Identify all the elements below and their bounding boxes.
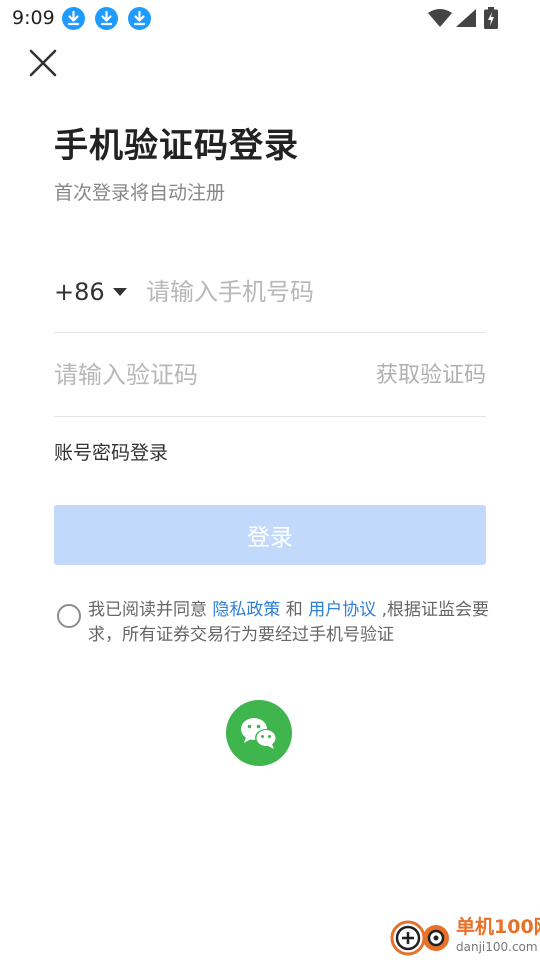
country-code-selector[interactable]: +86	[54, 274, 127, 310]
status-bar: 9:09	[0, 0, 540, 36]
phone-input[interactable]	[146, 272, 476, 312]
close-icon	[29, 49, 57, 77]
phone-field-row: +86	[54, 262, 486, 333]
wechat-login-button[interactable]	[226, 700, 292, 766]
page-title: 手机验证码登录	[54, 126, 299, 166]
battery-icon	[484, 7, 498, 33]
agreement-and: 和	[280, 600, 309, 620]
signal-icon	[456, 9, 476, 31]
close-button[interactable]	[26, 46, 60, 80]
download-icon	[62, 7, 85, 30]
caret-down-icon	[112, 288, 127, 296]
login-button[interactable]: 登录	[54, 505, 486, 565]
status-time: 9:09	[12, 7, 55, 29]
account-password-login-link[interactable]: 账号密码登录	[54, 440, 168, 466]
agreement-prefix: 我已阅读并同意	[88, 600, 213, 620]
agreement-checkbox[interactable]	[57, 604, 81, 628]
code-field-row: 获取验证码	[54, 333, 486, 417]
login-screen: 9:09 手机验证码登录 首次登录将自动注册 +86 请输入手机号码 请输入验证…	[0, 0, 540, 960]
page-subtitle: 首次登录将自动注册	[54, 182, 226, 204]
danji-logo-icon	[390, 920, 449, 956]
download-icon	[95, 7, 118, 30]
wechat-icon	[241, 718, 277, 749]
verification-code-input[interactable]	[54, 355, 334, 395]
country-code-value: +86	[54, 278, 105, 306]
watermark: 单机100网 danji100.com	[388, 912, 540, 960]
agreement-text: 我已阅读并同意 隐私政策 和 用户协议 ,根据证监会要求，所有证券交易行为要经过…	[88, 598, 490, 648]
wifi-icon	[428, 9, 452, 31]
watermark-url: danji100.com	[456, 940, 538, 954]
get-code-button[interactable]: 获取验证码	[376, 361, 486, 391]
watermark-name: 单机100网	[456, 916, 540, 938]
user-agreement-link[interactable]: 用户协议	[308, 600, 376, 620]
download-icon	[128, 7, 151, 30]
privacy-policy-link[interactable]: 隐私政策	[212, 600, 280, 620]
